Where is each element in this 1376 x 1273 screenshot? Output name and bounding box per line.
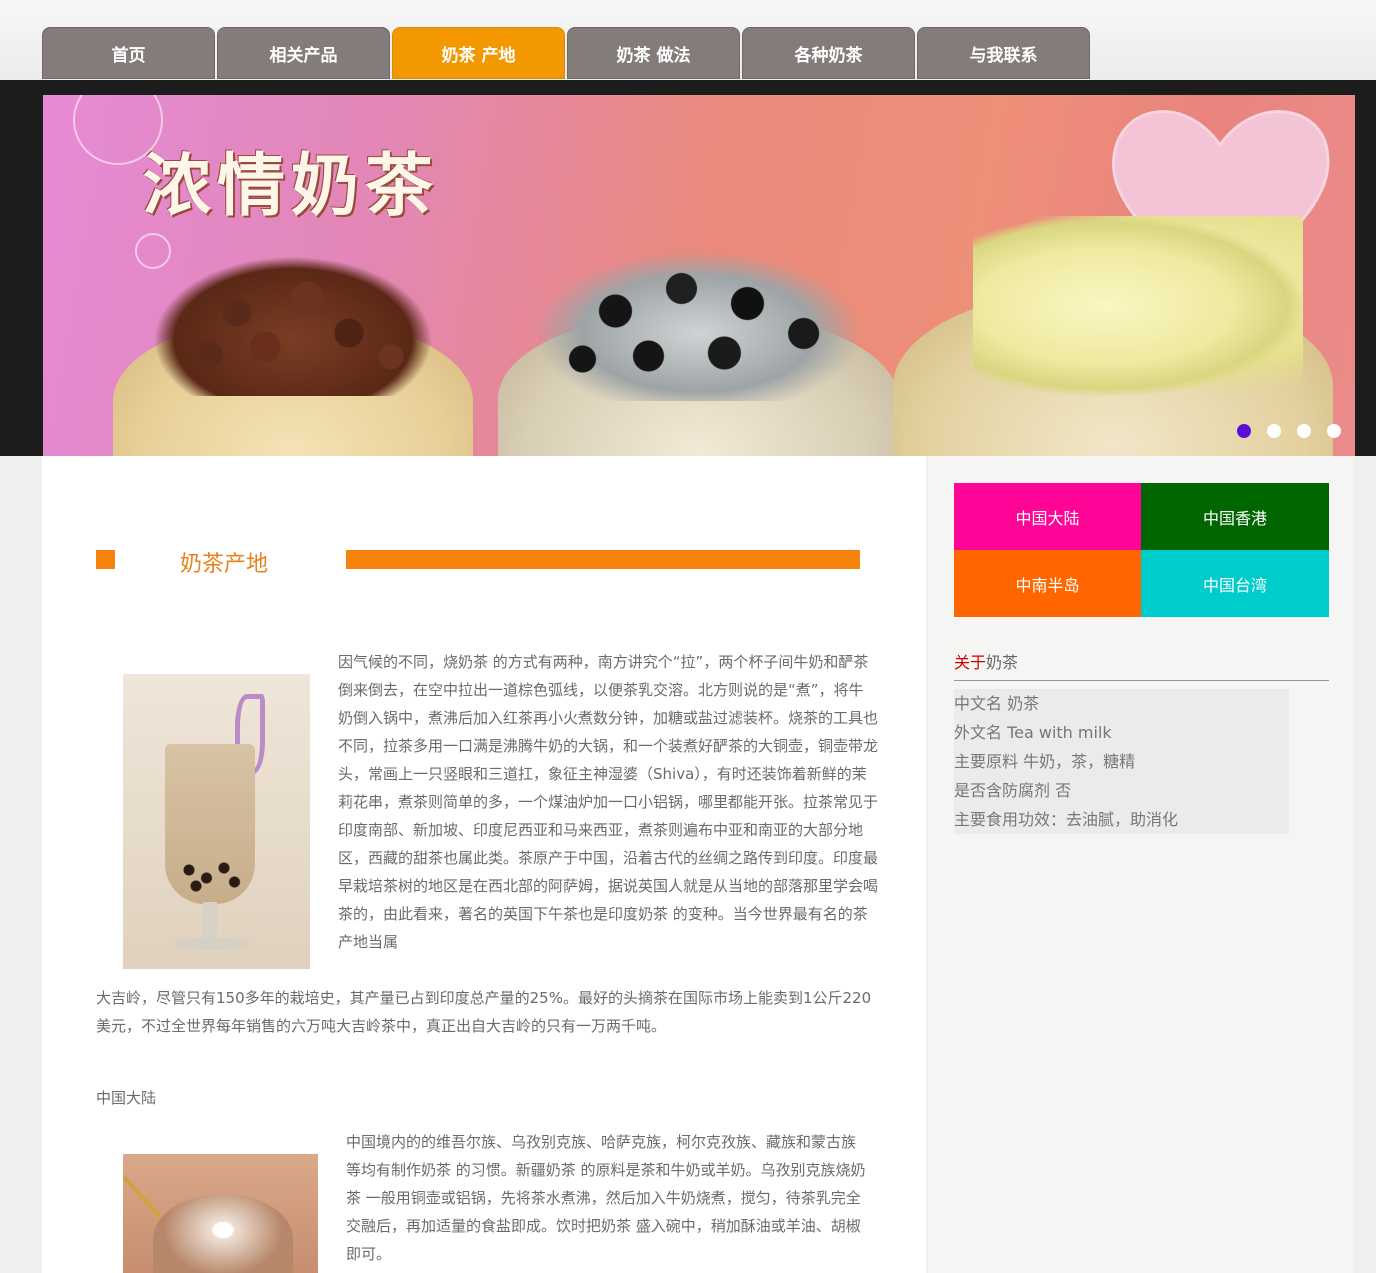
- slider-dots: [1237, 424, 1341, 438]
- section-marker: [96, 550, 115, 569]
- section-title: 奶茶产地: [180, 552, 269, 577]
- about-suffix: 奶茶: [986, 653, 1019, 672]
- milk-tea-glass-image: [123, 674, 310, 969]
- fact-item: 是否含防腐剂 否: [954, 781, 1072, 800]
- section-divider-bar: [346, 550, 860, 569]
- fact-item: 主要原料 牛奶，茶，糖精: [954, 752, 1136, 771]
- red-bean-topping: [153, 256, 433, 396]
- nav-origin[interactable]: 奶茶 产地: [392, 27, 565, 79]
- article-paragraph-3: 中国境内的的维吾尔族、乌孜别克族、哈萨克族，柯尔克孜族、藏族和蒙古族等均有制作奶…: [346, 1133, 866, 1263]
- nav-recipe[interactable]: 奶茶 做法: [567, 27, 740, 79]
- cup-foam: [153, 1194, 293, 1273]
- about-heading: 关于奶茶: [954, 649, 1018, 673]
- article-paragraph-2: 大吉岭，尽管只有150多年的栽培史，其产量已占到印度总产量的25%。最好的头摘茶…: [96, 989, 872, 1035]
- jelly-topping: [973, 216, 1303, 396]
- banner-title: 浓情奶茶: [143, 146, 440, 226]
- slide-dot-3[interactable]: [1297, 424, 1311, 438]
- pearl-topping: [533, 251, 863, 401]
- glass-pearls: [175, 854, 245, 894]
- region-tiles: 中国大陆 中国香港 中南半岛 中国台湾: [954, 483, 1329, 617]
- nav-related-products[interactable]: 相关产品: [217, 27, 390, 79]
- milk-tea-cup-image: [123, 1154, 318, 1273]
- fact-item: 中文名 奶茶: [954, 694, 1040, 713]
- about-divider: [954, 680, 1329, 681]
- glass-base: [173, 938, 251, 950]
- tile-indochina[interactable]: 中南半岛: [954, 550, 1141, 617]
- tile-taiwan[interactable]: 中国台湾: [1141, 550, 1329, 617]
- tile-hong-kong[interactable]: 中国香港: [1141, 483, 1329, 550]
- hero-banner: 浓情奶茶: [43, 95, 1355, 456]
- glass-stem: [203, 902, 217, 942]
- tile-mainland-china[interactable]: 中国大陆: [954, 483, 1141, 550]
- nav-home[interactable]: 首页: [42, 27, 215, 79]
- main-content: 奶茶产地 因气候的不同，烧奶茶 的方式有两种，南方讲究个“拉”，两个杯子间牛奶和…: [42, 456, 926, 1273]
- main-nav: 首页 相关产品 奶茶 产地 奶茶 做法 各种奶茶 与我联系: [42, 27, 1090, 79]
- top-bar: 首页 相关产品 奶茶 产地 奶茶 做法 各种奶茶 与我联系: [0, 0, 1376, 80]
- nav-varieties[interactable]: 各种奶茶: [742, 27, 915, 79]
- facts-list: 中文名 奶茶 外文名 Tea with milk 主要原料 牛奶，茶，糖精 是否…: [954, 689, 1289, 834]
- nav-contact[interactable]: 与我联系: [917, 27, 1090, 79]
- fact-item: 外文名 Tea with milk: [954, 723, 1112, 742]
- sidebar: 中国大陆 中国香港 中南半岛 中国台湾 关于奶茶 中文名 奶茶 外文名 Tea …: [928, 456, 1353, 1273]
- article-paragraph-1: 因气候的不同，烧奶茶 的方式有两种，南方讲究个“拉”，两个杯子间牛奶和酽茶倒来倒…: [338, 653, 879, 951]
- slide-dot-4[interactable]: [1327, 424, 1341, 438]
- slide-dot-2[interactable]: [1267, 424, 1281, 438]
- slide-dot-1[interactable]: [1237, 424, 1251, 438]
- section-header: 奶茶产地: [96, 548, 860, 577]
- region-label: 中国大陆: [96, 1089, 157, 1107]
- about-prefix: 关于: [954, 653, 987, 672]
- fact-item: 主要食用功效：去油腻，助消化: [954, 810, 1179, 829]
